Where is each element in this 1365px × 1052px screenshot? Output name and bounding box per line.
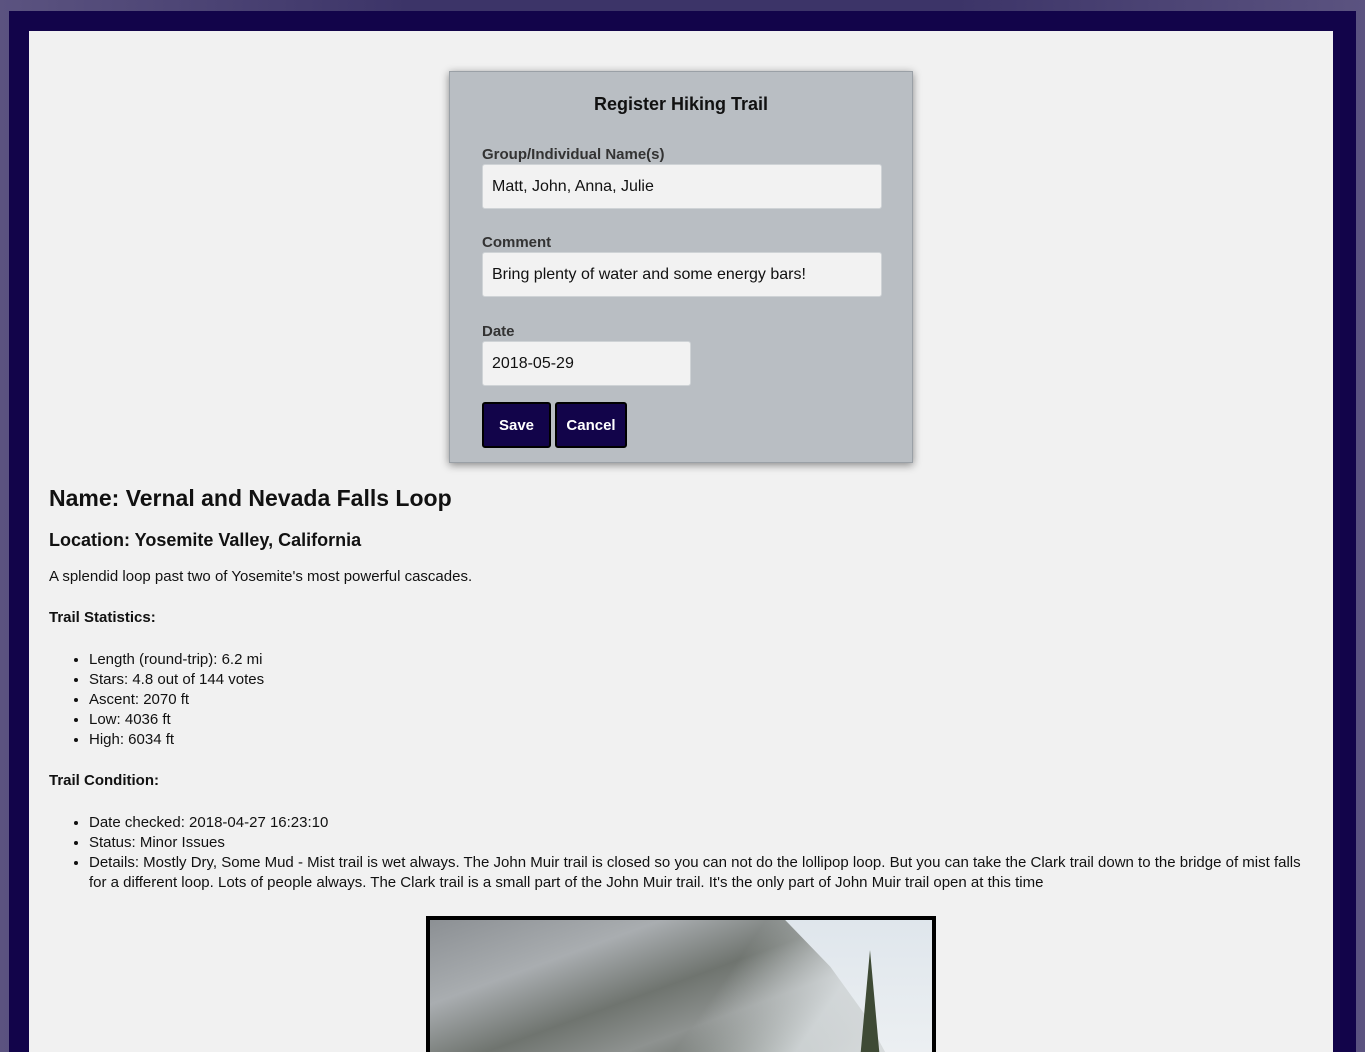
cancel-button[interactable]: Cancel: [555, 402, 627, 448]
comment-field-label: Comment: [482, 234, 552, 251]
list-item: Stars: 4.8 out of 144 votes: [89, 670, 1319, 690]
mountain-image: [430, 920, 932, 1052]
register-trail-dialog: Register Hiking Trail Group/Individual N…: [449, 71, 913, 463]
trail-name-heading: Name: Vernal and Nevada Falls Loop: [49, 485, 452, 511]
condition-list: Date checked: 2018-04-27 16:23:10 Status…: [49, 813, 1319, 893]
date-input[interactable]: [482, 341, 691, 386]
trail-photo: [426, 916, 936, 1052]
condition-heading: Trail Condition:: [49, 772, 159, 789]
trail-details: Name: Vernal and Nevada Falls Loop Locat…: [49, 481, 1319, 893]
list-item: Low: 4036 ft: [89, 710, 1319, 730]
trail-description: A splendid loop past two of Yosemite's m…: [49, 568, 473, 585]
name-field-label: Group/Individual Name(s): [482, 146, 665, 163]
list-item: High: 6034 ft: [89, 730, 1319, 750]
trail-location-heading: Location: Yosemite Valley, California: [49, 530, 362, 550]
dialog-title: Register Hiking Trail: [593, 94, 769, 114]
date-field-label: Date: [482, 323, 515, 340]
save-button[interactable]: Save: [482, 402, 551, 448]
list-item: Ascent: 2070 ft: [89, 690, 1319, 710]
statistics-list: Length (round-trip): 6.2 mi Stars: 4.8 o…: [49, 650, 1319, 750]
statistics-heading: Trail Statistics:: [49, 609, 156, 626]
name-input[interactable]: [482, 164, 882, 209]
sky-area: [785, 920, 932, 1052]
page-content: Register Hiking Trail Group/Individual N…: [29, 31, 1333, 1052]
list-item: Date checked: 2018-04-27 16:23:10: [89, 813, 1319, 833]
list-item: Length (round-trip): 6.2 mi: [89, 650, 1319, 670]
list-item: Details: Mostly Dry, Some Mud - Mist tra…: [89, 853, 1319, 893]
comment-input[interactable]: [482, 252, 882, 297]
list-item: Status: Minor Issues: [89, 833, 1319, 853]
